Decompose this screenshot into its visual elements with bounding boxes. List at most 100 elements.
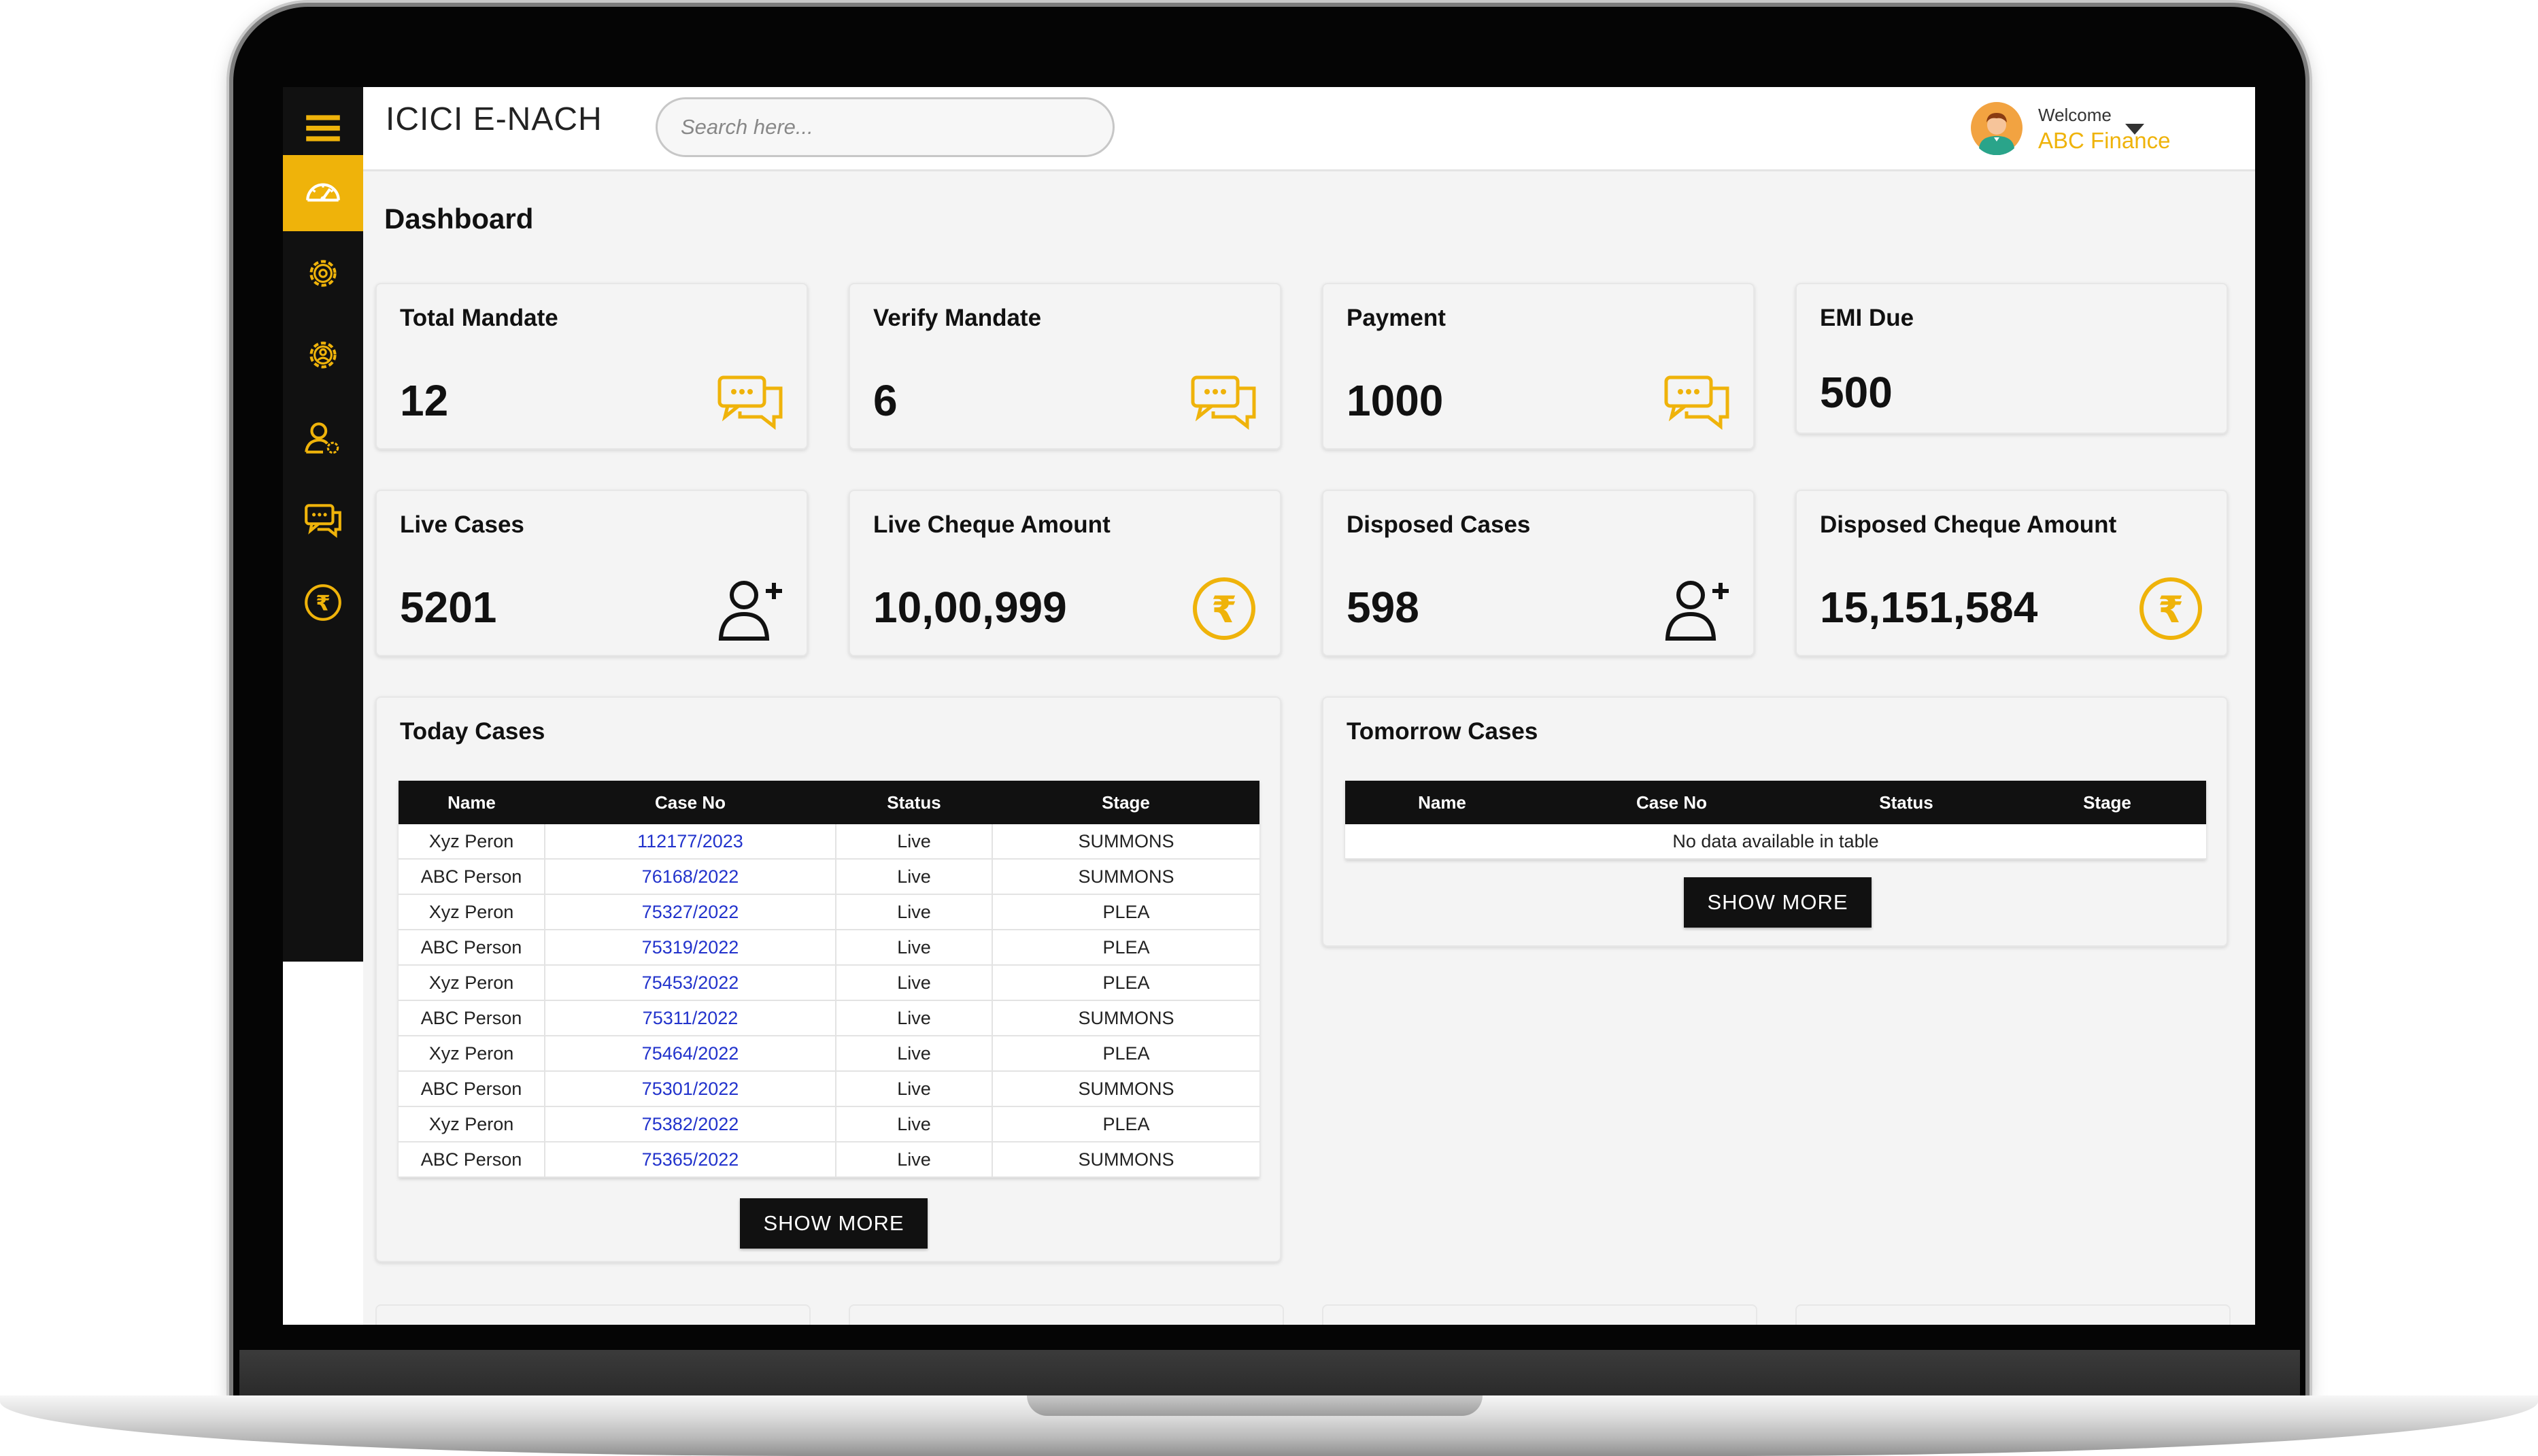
cell-stage: SUMMONS <box>992 824 1259 860</box>
case-no-link[interactable]: 76168/2022 <box>544 859 836 895</box>
svg-text:₹: ₹ <box>1211 588 1237 631</box>
column-header[interactable]: Name <box>399 781 545 824</box>
user-name[interactable]: ABC Finance <box>2038 128 2170 154</box>
stat-card-verify-mandate[interactable]: Verify Mandate 6 <box>849 283 1281 450</box>
stat-card-disposed-cheque-amount[interactable]: Disposed Cheque Amount 15,151,584 ₹ <box>1795 490 2228 656</box>
svg-text:₹: ₹ <box>316 591 331 615</box>
app-screen: ₹ ICICI E-NACH Welcome ABC Finance Dashb… <box>283 87 2255 1325</box>
avatar[interactable] <box>1969 101 2024 155</box>
case-no-link[interactable]: 75311/2022 <box>544 1000 836 1036</box>
table-row: Xyz Peron 112177/2023 Live SUMMONS <box>399 824 1259 860</box>
sidebar-item-settings[interactable] <box>283 235 363 311</box>
table-row: ABC Person 75365/2022 Live SUMMONS <box>399 1142 1259 1178</box>
cell-stage: PLEA <box>992 965 1259 1001</box>
cell-name: ABC Person <box>399 859 545 895</box>
case-no-link[interactable]: 75365/2022 <box>544 1142 836 1178</box>
cell-name: Xyz Peron <box>399 1036 545 1072</box>
sidebar-item-messages[interactable] <box>283 481 363 558</box>
column-header[interactable]: Case No <box>1539 781 1804 824</box>
add-user-icon <box>718 581 782 641</box>
cell-stage: SUMMONS <box>992 859 1259 895</box>
chat-icon <box>1664 375 1729 430</box>
empty-table-message: No data available in table <box>1345 824 2206 860</box>
cell-status: Live <box>835 1106 992 1142</box>
settings-icon <box>309 260 337 287</box>
stat-card-emi-due[interactable]: EMI Due 500 <box>1795 283 2228 434</box>
stat-value: 598 <box>1347 583 1419 632</box>
laptop-notch <box>1027 1395 1483 1416</box>
laptop-hinge <box>239 1350 2300 1398</box>
case-no-link[interactable]: 112177/2023 <box>544 824 836 860</box>
case-no-link[interactable]: 75382/2022 <box>544 1106 836 1142</box>
stat-value: 12 <box>400 376 449 425</box>
today-cases-panel: Today Cases Name Case No Status Stage Xy… <box>375 696 1281 1262</box>
table-header-row: Name Case No Status Stage <box>1345 781 2206 824</box>
sidebar-item-dashboard[interactable] <box>283 155 363 231</box>
user-settings-icon <box>305 422 339 454</box>
case-no-link[interactable]: 75327/2022 <box>544 894 836 930</box>
cell-stage: SUMMONS <box>992 1142 1259 1178</box>
chevron-down-icon[interactable] <box>2121 118 2148 139</box>
tomorrow-cases-panel: Tomorrow Cases Name Case No Status Stage… <box>1322 696 2228 947</box>
rupee-icon: ₹ <box>305 584 341 621</box>
table-row: Xyz Peron 75382/2022 Live PLEA <box>399 1106 1259 1142</box>
sidebar-item-configuration[interactable] <box>283 317 363 393</box>
cell-name: Xyz Peron <box>399 1106 545 1142</box>
stat-card-payment[interactable]: Payment 1000 <box>1322 283 1755 450</box>
case-no-link[interactable]: 75301/2022 <box>544 1071 836 1107</box>
cell-name: ABC Person <box>399 1142 545 1178</box>
sidebar-item-users[interactable] <box>283 400 363 476</box>
cell-status: Live <box>835 1071 992 1107</box>
cell-status: Live <box>835 965 992 1001</box>
cell-status: Live <box>835 894 992 930</box>
cell-status: Live <box>835 1142 992 1178</box>
column-header[interactable]: Status <box>836 781 992 824</box>
cell-status: Live <box>835 824 992 860</box>
panel-title: Today Cases <box>400 718 545 745</box>
stat-card-total-mandate[interactable]: Total Mandate 12 <box>375 283 808 450</box>
cell-name: Xyz Peron <box>399 965 545 1001</box>
case-no-link[interactable]: 75453/2022 <box>544 965 836 1001</box>
svg-text:₹: ₹ <box>2158 588 2184 631</box>
case-no-link[interactable]: 75319/2022 <box>544 930 836 966</box>
sidebar-item-payments[interactable]: ₹ <box>283 564 363 641</box>
show-more-button[interactable]: SHOW MORE <box>1684 877 1872 928</box>
table-row: ABC Person 76168/2022 Live SUMMONS <box>399 859 1259 895</box>
table-row: Xyz Peron 75464/2022 Live PLEA <box>399 1036 1259 1072</box>
table-row: ABC Person 75301/2022 Live SUMMONS <box>399 1071 1259 1107</box>
add-user-icon <box>1665 581 1729 641</box>
cell-stage: PLEA <box>992 1036 1259 1072</box>
cell-status: Live <box>835 1000 992 1036</box>
stat-card-live-cases[interactable]: Live Cases 5201 <box>375 490 808 656</box>
card-partial <box>1795 1304 2231 1325</box>
column-header[interactable]: Name <box>1345 781 1539 824</box>
panel-title: Tomorrow Cases <box>1347 718 1538 745</box>
menu-icon <box>306 115 340 141</box>
card-partial <box>375 1304 811 1325</box>
sidebar: ₹ <box>283 87 363 962</box>
search-input[interactable] <box>656 97 1115 157</box>
stat-label: Live Cases <box>400 511 524 538</box>
show-more-button[interactable]: SHOW MORE <box>740 1198 928 1249</box>
settings-icon <box>309 341 337 369</box>
cell-name: ABC Person <box>399 930 545 966</box>
table-row: ABC Person 75319/2022 Live PLEA <box>399 930 1259 966</box>
case-no-link[interactable]: 75464/2022 <box>544 1036 836 1072</box>
table-header-row: Name Case No Status Stage <box>399 781 1259 824</box>
column-header[interactable]: Status <box>1804 781 2008 824</box>
table-row: No data available in table <box>1345 824 2206 860</box>
stat-value: 500 <box>1820 368 1893 417</box>
cell-stage: SUMMONS <box>992 1071 1259 1107</box>
stat-value: 15,151,584 <box>1820 583 2038 632</box>
stat-card-live-cheque-amount[interactable]: Live Cheque Amount 10,00,999 ₹ <box>849 490 1281 656</box>
cell-stage: PLEA <box>992 930 1259 966</box>
column-header[interactable]: Stage <box>992 781 1259 824</box>
stat-label: Total Mandate <box>400 305 558 331</box>
column-header[interactable]: Case No <box>545 781 836 824</box>
cell-name: ABC Person <box>399 1071 545 1107</box>
stat-card-disposed-cases[interactable]: Disposed Cases 598 <box>1322 490 1755 656</box>
stat-value: 5201 <box>400 583 497 632</box>
cell-status: Live <box>835 1036 992 1072</box>
cell-stage: PLEA <box>992 1106 1259 1142</box>
column-header[interactable]: Stage <box>2008 781 2206 824</box>
